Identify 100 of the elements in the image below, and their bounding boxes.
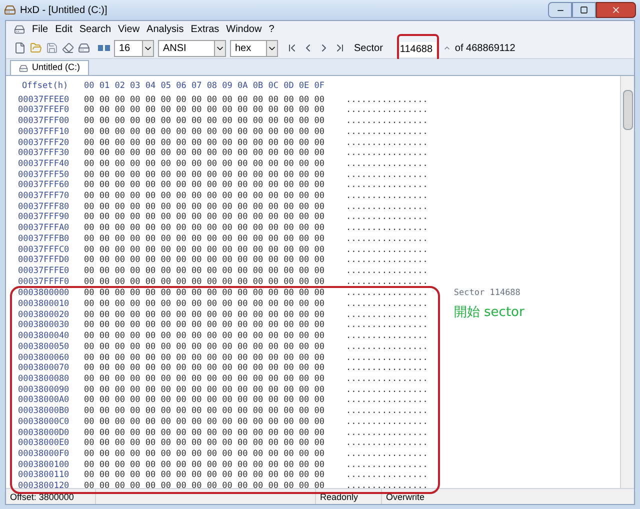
sector-field[interactable]: 114688 [400, 42, 436, 57]
ascii-text: ................ [346, 148, 428, 159]
offset-cell-text: 00037FFF00 [18, 116, 70, 127]
offset-cell-text: 0003800120 [18, 481, 70, 492]
maximize-button[interactable] [572, 2, 596, 18]
base-dropdown[interactable]: hex [230, 40, 278, 56]
ascii-text: ................ [346, 170, 428, 180]
hex-bytes: 00 00 00 00 00 00 00 00 00 00 00 00 00 00 00 00 [84, 116, 326, 127]
hex-bytes: 00 00 00 00 00 00 00 00 00 00 00 00 00 00 00 00 [84, 460, 326, 470]
menu-item[interactable]: View [118, 22, 140, 37]
offset-cell-text: 00037FFFF0 [18, 276, 70, 288]
offset-cell-text: 0003800020 [18, 310, 70, 320]
close-icon [611, 5, 621, 15]
close-button[interactable] [596, 2, 636, 18]
offset-cell-text: 00038000E0 [18, 438, 70, 449]
offset-cell-text: 00037FFF10 [18, 126, 70, 138]
save-icon[interactable] [46, 42, 58, 54]
offset-cell-text: 0003800090 [18, 384, 70, 396]
hex-bytes: 00 00 00 00 00 00 00 00 00 00 00 00 00 00 00 00 [84, 244, 326, 256]
hex-bytes: 00 00 00 00 00 00 00 00 00 00 00 00 00 00 00 00 [84, 331, 326, 342]
scrollbar[interactable] [620, 76, 634, 488]
offset-header: Offset(h) [21, 81, 70, 92]
first-icon[interactable] [286, 42, 298, 54]
offset-cell-text: 0003800050 [18, 342, 70, 353]
hex-bytes: 00 00 00 00 00 00 00 00 00 00 00 00 00 00 00 00 [84, 94, 326, 106]
hex-bytes: 00 00 00 00 00 00 00 00 00 00 00 00 00 00 00 00 [84, 352, 326, 364]
hex-bytes: 00 00 00 00 00 00 00 00 00 00 00 00 00 00 00 00 [84, 288, 326, 300]
offset-cell-text: 0003800040 [18, 331, 70, 342]
menu-item[interactable]: ? [268, 22, 274, 37]
ascii-text: ................ [346, 395, 428, 406]
sector-label: Sector [354, 42, 383, 56]
new-file-icon[interactable] [14, 42, 26, 54]
offset-cell-text: 00037FFF90 [18, 212, 70, 224]
offset-cell-text: 00038000C0 [18, 416, 70, 428]
hex-bytes: 00 00 00 00 00 00 00 00 00 00 00 00 00 00 00 00 [84, 395, 326, 406]
offset-cell-text: 00038000F0 [18, 448, 70, 460]
hex-bytes: 00 00 00 00 00 00 00 00 00 00 00 00 00 00 00 00 [84, 320, 326, 332]
ascii-text: ................ [346, 438, 428, 449]
eraser-icon[interactable] [62, 42, 74, 54]
caret-icon [142, 40, 153, 56]
ascii-text: ................ [346, 374, 428, 385]
ascii-text: ................ [346, 352, 428, 364]
offset-cell-text: 00037FFF70 [18, 191, 70, 202]
column-header: 00 01 02 03 04 05 06 07 08 09 0A 0B 0C 0D 0E 0F [84, 81, 325, 92]
menu-item[interactable]: Search [79, 22, 112, 37]
offset-cell-text: 00037FFF80 [18, 202, 70, 212]
hex-bytes: 00 00 00 00 00 00 00 00 00 00 00 00 00 00 00 00 [84, 170, 326, 180]
hex-bytes: 00 00 00 00 00 00 00 00 00 00 00 00 00 00 00 00 [84, 148, 326, 159]
offset-cell-text: 0003800030 [18, 320, 70, 332]
offset-cell-text: 00037FFFD0 [18, 255, 70, 266]
ascii-text: ................ [346, 428, 428, 438]
ascii-text: ................ [346, 266, 428, 277]
offset-cell-text: 00038000B0 [18, 406, 70, 417]
ascii-text: ................ [346, 460, 428, 470]
ascii-text: ................ [346, 384, 428, 396]
ascii-text: ................ [346, 180, 428, 192]
sector-marker: Sector 114688 [454, 288, 522, 300]
offset-cell-text: 00037FFF20 [18, 138, 70, 148]
ascii-text: ................ [346, 310, 428, 320]
hex-bytes: 00 00 00 00 00 00 00 00 00 00 00 00 00 00 00 00 [84, 202, 326, 212]
menu-item[interactable]: Analysis [146, 22, 184, 37]
offset-cell-text: 00037FFF60 [18, 180, 70, 192]
ascii-text: ................ [346, 126, 428, 138]
bytes-per-row-dropdown[interactable]: 16 [114, 40, 154, 56]
offset-cell-text: 00037FFFC0 [18, 244, 70, 256]
ascii-text: ................ [346, 212, 428, 224]
ascii-text: ................ [346, 255, 428, 266]
menu-item[interactable]: Window [226, 22, 262, 37]
last-icon[interactable] [334, 42, 346, 54]
status-overwrite: Overwrite [385, 491, 426, 504]
hex-bytes: 00 00 00 00 00 00 00 00 00 00 00 00 00 00 00 00 [84, 363, 326, 374]
app-icon [4, 4, 16, 16]
offset-cell-text: 00038000A0 [18, 395, 70, 406]
ascii-text: ................ [346, 406, 428, 417]
ascii-text: ................ [346, 288, 428, 300]
offset-cell-text: 00037FFFB0 [18, 234, 70, 245]
sector-total: of 468869112 [454, 42, 516, 56]
caret-icon [266, 40, 277, 56]
ascii-text: ................ [346, 470, 428, 482]
ascii-text: ................ [346, 94, 428, 106]
offset-cell-text: 00037FFFE0 [18, 266, 70, 277]
menu-item[interactable]: Extras [190, 22, 220, 37]
annotation-note: 開始 sector [454, 304, 524, 322]
columns-icon [98, 45, 110, 51]
offset-cell-text: 0003800000 [18, 288, 70, 300]
hex-bytes: 00 00 00 00 00 00 00 00 00 00 00 00 00 00 00 00 [84, 158, 326, 170]
charset-dropdown[interactable]: ANSI [158, 40, 226, 56]
menu-item[interactable]: Edit [55, 22, 72, 37]
document-tab[interactable]: Untitled (C:) [10, 60, 90, 75]
hex-bytes: 00 00 00 00 00 00 00 00 00 00 00 00 00 00 00 00 [84, 481, 326, 492]
offset-cell-text: 00037FFF50 [18, 170, 70, 180]
hex-bytes: 00 00 00 00 00 00 00 00 00 00 00 00 00 00 00 00 [84, 406, 326, 417]
ascii-text: ................ [346, 416, 428, 428]
hex-bytes: 00 00 00 00 00 00 00 00 00 00 00 00 00 00 00 00 [84, 180, 326, 192]
hex-bytes: 00 00 00 00 00 00 00 00 00 00 00 00 00 00 00 00 [84, 310, 326, 320]
open-folder-icon[interactable] [30, 42, 42, 54]
offset-cell-text: 00037FFEF0 [18, 105, 70, 116]
ascii-text: ................ [346, 363, 428, 374]
offset-cell-text: 00038000D0 [18, 428, 70, 438]
menu-item[interactable]: File [32, 22, 48, 37]
